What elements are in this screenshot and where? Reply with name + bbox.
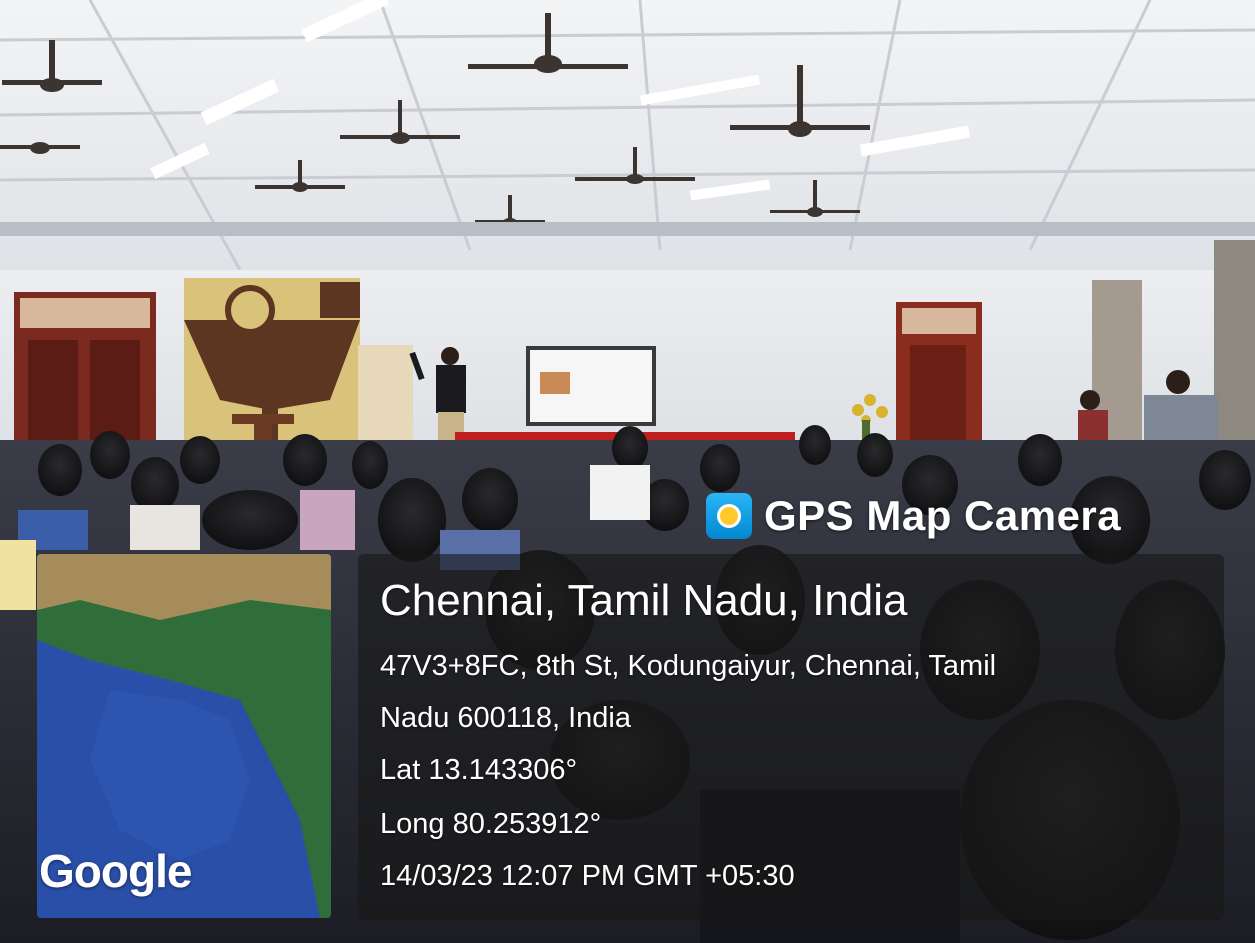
app-name: GPS Map Camera — [764, 492, 1122, 539]
latitude-text: Lat 13.143306° — [380, 754, 578, 786]
timestamp-text: 14/03/23 12:07 PM GMT +05:30 — [380, 860, 795, 892]
address-line-2: Nadu 600118, India — [380, 702, 632, 734]
ceiling-vent-strip — [0, 222, 1255, 236]
app-watermark: GPS Map Camera — [706, 488, 1121, 544]
google-logo: Google — [39, 845, 192, 897]
longitude-text: Long 80.253912° — [380, 808, 602, 840]
map-camera-icon — [706, 493, 752, 539]
photo-frame: Google GPS Map Camera Chennai, Tamil Nad… — [0, 0, 1255, 943]
right-door — [896, 302, 982, 464]
location-title: Chennai, Tamil Nadu, India — [380, 576, 908, 625]
far-right-window — [1214, 240, 1255, 470]
projection-screen — [526, 346, 656, 426]
left-door — [14, 292, 156, 462]
location-info-panel: Chennai, Tamil Nadu, India 47V3+8FC, 8th… — [358, 554, 1224, 920]
map-thumbnail: Google — [37, 554, 331, 918]
address-line-1: 47V3+8FC, 8th St, Kodungaiyur, Chennai, … — [380, 650, 997, 682]
